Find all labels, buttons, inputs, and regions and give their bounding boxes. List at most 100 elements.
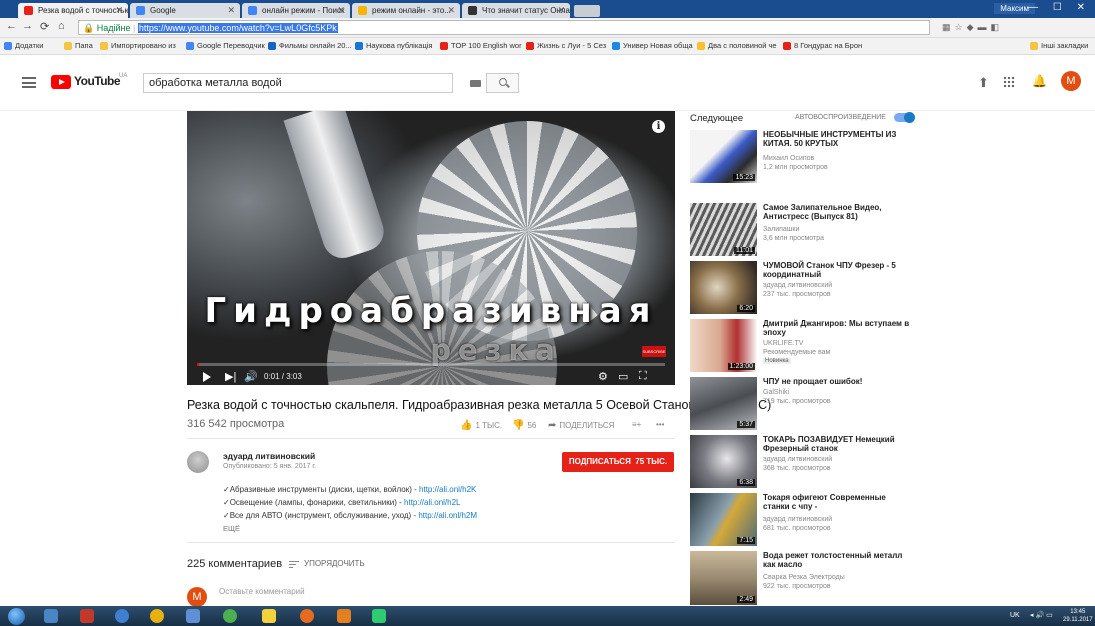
new-tab-button[interactable] xyxy=(574,5,600,17)
bookmark-item[interactable]: 8 Гондурас на Брон xyxy=(783,41,862,50)
extension-icons[interactable]: ▦☆◆▬◧ xyxy=(942,22,1003,33)
recommended-video[interactable]: 6:38 ТОКАРЬ ПОЗАВИДУЕТ Немецкий Фрезерны… xyxy=(690,435,920,491)
recommended-title[interactable]: Вода режет толстостенный металл как масл… xyxy=(763,551,913,569)
video-thumbnail[interactable]: 6:20 xyxy=(690,261,757,314)
media-player-icon[interactable] xyxy=(80,609,94,623)
settings-gear-icon[interactable]: ⚙ xyxy=(598,370,608,383)
recommended-title[interactable]: Дмитрий Джангиров: Мы вступаем в эпоху xyxy=(763,319,913,337)
close-tab-icon[interactable]: ✕ xyxy=(115,5,123,16)
hamburger-menu-icon[interactable] xyxy=(22,77,36,88)
info-icon[interactable]: i xyxy=(652,120,665,133)
translate-icon[interactable]: ▦ xyxy=(942,22,955,32)
bookmark-item[interactable]: Импортировано из xyxy=(100,41,176,50)
recommended-title[interactable]: НЕОБЫЧНЫЕ ИНСТРУМЕНТЫ ИЗ КИТАЯ. 50 КРУТЫ… xyxy=(763,130,913,148)
autoplay-toggle[interactable] xyxy=(894,112,915,123)
games-icon[interactable] xyxy=(262,609,276,623)
reload-icon[interactable]: ⟳ xyxy=(40,20,49,33)
search-button[interactable] xyxy=(486,73,519,93)
description-link[interactable]: http://ali.onl/h2M xyxy=(418,511,477,520)
notifications-bell-icon[interactable]: 🔔 xyxy=(1032,74,1047,88)
system-clock[interactable]: 13:45 29.11.2017 xyxy=(1063,608,1093,624)
recommended-video[interactable]: 11:01 Самое Залипательное Видео, Антистр… xyxy=(690,203,920,259)
browser-tab-status[interactable]: Что значит статус Онлайн ✕ xyxy=(462,3,570,18)
forward-icon[interactable]: → xyxy=(22,20,33,32)
home-icon[interactable]: ⌂ xyxy=(58,20,65,32)
show-more-button[interactable]: ЕЩЁ xyxy=(223,524,240,533)
keyboard-icon[interactable] xyxy=(470,80,481,87)
share-button[interactable]: ➦ ПОДЕЛИТЬСЯ xyxy=(548,420,614,431)
recommended-video[interactable]: 2:49 Вода режет толстостенный металл как… xyxy=(690,551,920,605)
extension-icon[interactable]: ▬ xyxy=(978,22,991,32)
bookmark-item[interactable]: Додатки xyxy=(4,41,43,50)
close-tab-icon[interactable]: ✕ xyxy=(227,5,235,16)
close-tab-icon[interactable]: ✕ xyxy=(447,5,455,16)
bookmark-item[interactable]: Google Переводчик xyxy=(186,41,265,50)
search-input[interactable] xyxy=(143,73,453,93)
app-icon[interactable] xyxy=(372,609,386,623)
start-button-icon[interactable] xyxy=(8,608,25,625)
video-thumbnail[interactable]: 7:15 xyxy=(690,493,757,546)
volume-icon[interactable]: 🔊 xyxy=(244,370,258,383)
theater-mode-icon[interactable]: ▭ xyxy=(618,370,628,383)
play-icon[interactable] xyxy=(203,372,211,382)
recommended-title[interactable]: ЧУМОВОЙ Станок ЧПУ Фрезер - 5 координатн… xyxy=(763,261,913,279)
bookmark-item[interactable]: Наукова публікація xyxy=(355,41,432,50)
browser-tab-google[interactable]: Google ✕ xyxy=(130,3,240,18)
sort-icon[interactable] xyxy=(289,561,299,568)
recommended-video[interactable]: 7:15 Токаря офигеют Современные станки с… xyxy=(690,493,920,549)
back-icon[interactable]: ← xyxy=(6,20,17,32)
channel-avatar[interactable] xyxy=(187,451,209,473)
more-actions-button[interactable]: ••• xyxy=(656,420,664,429)
dislike-button[interactable]: 👎 56 xyxy=(512,420,536,431)
recommended-video[interactable]: 6:20 ЧУМОВОЙ Станок ЧПУ Фрезер - 5 коорд… xyxy=(690,261,920,317)
apps-grid-icon[interactable] xyxy=(1003,76,1015,88)
tray-volume-icon[interactable]: ◂ 🔊 ▭ xyxy=(1030,611,1053,619)
fullscreen-icon[interactable]: ⛶ xyxy=(639,370,647,383)
recommended-video[interactable]: 5:37 ЧПУ не прощает ошибок! GalShiki 719… xyxy=(690,377,920,433)
language-indicator[interactable]: UK xyxy=(1010,612,1020,619)
browser-tab-mode[interactable]: режим онлайн - это... ✕ xyxy=(352,3,460,18)
address-bar[interactable]: 🔒 Надійне | https://www.youtube.com/watc… xyxy=(78,20,930,35)
recommended-video[interactable]: 1:23:00 Дмитрий Джангиров: Мы вступаем в… xyxy=(690,319,920,375)
app-icon[interactable] xyxy=(337,609,351,623)
video-thumbnail[interactable]: 6:38 xyxy=(690,435,757,488)
bookmark-item[interactable]: Папа xyxy=(64,41,93,50)
video-thumbnail[interactable]: 2:49 xyxy=(690,551,757,605)
bookmark-item[interactable]: TOP 100 English wor xyxy=(440,41,522,50)
subscribe-button[interactable]: ПОДПИСАТЬСЯ 75 ТЫС. xyxy=(562,452,674,472)
sort-comments-button[interactable]: УПОРЯДОЧИТЬ xyxy=(304,559,365,568)
url-text[interactable]: https://www.youtube.com/watch?v=LwL0Gfc5… xyxy=(137,23,338,33)
video-thumbnail[interactable]: 5:37 xyxy=(690,377,757,430)
next-icon[interactable]: ▶| xyxy=(225,370,236,383)
chrome-icon[interactable] xyxy=(150,609,164,623)
window-controls[interactable]: — ☐ ✕ xyxy=(1028,2,1091,13)
browser-tab-search[interactable]: онлайн режим - Поиск ✕ xyxy=(242,3,350,18)
description-link[interactable]: http://ali.onl/h2K xyxy=(419,485,476,494)
subscribe-watermark[interactable]: SUBSCRIBE xyxy=(642,346,666,357)
recommended-title[interactable]: ЧПУ не прощает ошибок! xyxy=(763,377,913,386)
bookmark-item[interactable]: Два с половиной че xyxy=(697,41,777,50)
video-thumbnail[interactable]: 1:23:00 xyxy=(690,319,757,372)
close-tab-icon[interactable]: ✕ xyxy=(337,5,345,16)
video-thumbnail[interactable]: 15:23 xyxy=(690,130,757,183)
word-icon[interactable] xyxy=(186,609,200,623)
utorrent-icon[interactable] xyxy=(223,609,237,623)
upload-icon[interactable]: ⬆ xyxy=(978,75,989,91)
channel-name[interactable]: эдуард литвиновский xyxy=(223,451,315,461)
explorer-icon[interactable] xyxy=(44,609,58,623)
bookmark-item[interactable]: Универ Новая обща xyxy=(612,41,693,50)
description-link[interactable]: http://ali.onl/h2L xyxy=(404,498,460,507)
video-thumbnail[interactable]: 11:01 xyxy=(690,203,757,256)
recommended-title[interactable]: Самое Залипательное Видео, Антистресс (В… xyxy=(763,203,913,221)
ie-icon[interactable] xyxy=(115,609,129,623)
recommended-title[interactable]: ТОКАРЬ ПОЗАВИДУЕТ Немецкий Фрезерный ста… xyxy=(763,435,913,453)
progress-bar[interactable] xyxy=(197,363,665,366)
extension-icon[interactable]: ◆ xyxy=(967,22,978,32)
account-avatar[interactable]: M xyxy=(1061,71,1081,91)
recommended-video[interactable]: 15:23 НЕОБЫЧНЫЕ ИНСТРУМЕНТЫ ИЗ КИТАЯ. 50… xyxy=(690,130,920,186)
video-player[interactable]: Гидроабразивная резка i SUBSCRIBE ▶| 🔊 0… xyxy=(187,111,675,385)
bookmark-item[interactable]: Жизнь с Луи - 5 Сез xyxy=(526,41,606,50)
firefox-icon[interactable] xyxy=(300,609,314,623)
like-button[interactable]: 👍 1 ТЫС. xyxy=(460,420,502,431)
browser-tab-youtube[interactable]: Резка водой с точностью ✕ xyxy=(18,3,128,18)
